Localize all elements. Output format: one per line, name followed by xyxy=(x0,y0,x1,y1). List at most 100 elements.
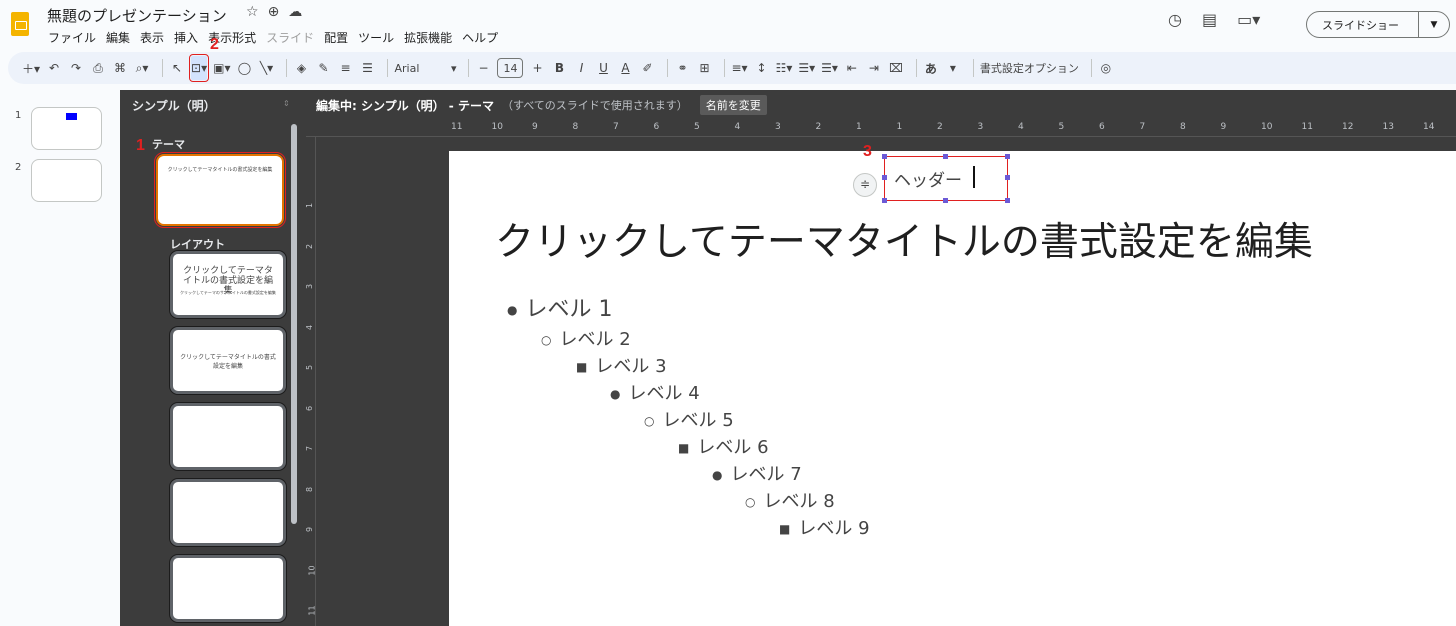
menu-extensions[interactable]: 拡張機能 xyxy=(404,29,452,46)
text-color-button[interactable]: A xyxy=(617,56,633,80)
cloud-status-icon[interactable]: ☁ xyxy=(288,4,302,20)
editing-label: 編集中: シンプル（明） - テーマ xyxy=(316,98,494,113)
menu-insert[interactable]: 挿入 xyxy=(174,29,198,46)
bullet-list-icon[interactable]: ☰▾ xyxy=(798,56,815,80)
bullet-level-2[interactable]: ○ レベル 2 xyxy=(541,325,631,351)
vertical-ruler[interactable]: 1 2 3 4 5 6 7 8 9 10 11 xyxy=(305,137,317,626)
slideshow-button[interactable]: スライドショー ▼ xyxy=(1306,11,1450,38)
font-size-input[interactable]: 14 xyxy=(497,58,524,78)
history-icon[interactable]: ◷ xyxy=(1168,10,1182,29)
slide-title[interactable]: クリックしてテーマタイトルの書式設定を編集 xyxy=(495,211,1313,267)
title-icons: ☆ ⊕ ☁ xyxy=(246,4,302,20)
menu-edit[interactable]: 編集 xyxy=(106,29,130,46)
theme-master-thumbnail[interactable]: クリックしてテーマタイトルの書式設定を編集 xyxy=(154,152,286,228)
decrease-size-icon[interactable]: − xyxy=(475,56,491,80)
resize-handle[interactable] xyxy=(1005,198,1010,203)
resize-handle[interactable] xyxy=(1005,154,1010,159)
hollow-bullet-icon: ○ xyxy=(745,495,756,509)
layout-thumbnail-5[interactable] xyxy=(170,555,286,622)
shape-icon[interactable]: ◯ xyxy=(236,56,252,80)
decrease-indent-icon[interactable]: ⇤ xyxy=(844,56,860,80)
paint-format-icon[interactable]: ⌘ xyxy=(112,56,128,80)
scroll-icon[interactable]: ⇕ xyxy=(283,99,290,108)
move-folder-icon[interactable]: ⊕ xyxy=(268,4,280,20)
document-title[interactable]: 無題のプレゼンテーション xyxy=(47,5,227,26)
header-text[interactable]: ヘッダー xyxy=(894,166,962,191)
chevron-down-icon[interactable]: ▾ xyxy=(945,56,961,80)
menu-slide[interactable]: スライド xyxy=(266,29,314,46)
vertical-align-icon[interactable]: ≑ xyxy=(853,173,877,197)
italic-button[interactable]: I xyxy=(573,56,589,80)
ruler-tick-label: 12 xyxy=(1342,122,1354,132)
resize-handle[interactable] xyxy=(943,154,948,159)
undo-icon[interactable]: ↶ xyxy=(46,56,62,80)
chevron-down-icon: ▾ xyxy=(450,61,457,75)
bullet-level-4[interactable]: ● レベル 4 xyxy=(610,379,700,405)
increase-indent-icon[interactable]: ⇥ xyxy=(866,56,882,80)
image-icon[interactable]: ▣▾ xyxy=(213,56,230,80)
font-select[interactable]: Arial ▾ xyxy=(394,56,456,80)
select-icon[interactable]: ↖ xyxy=(169,56,185,80)
layout-thumbnail-4[interactable] xyxy=(170,479,286,546)
numbered-list-icon[interactable]: ☰▾ xyxy=(821,56,838,80)
shape-preview xyxy=(66,113,77,120)
slideshow-label[interactable]: スライドショー xyxy=(1307,12,1419,37)
horizontal-ruler[interactable]: 11 10 9 8 7 6 5 4 3 2 1 1 2 3 4 5 6 7 8 9 10 11 12 13 14 xyxy=(306,119,1456,137)
border-dash-icon[interactable]: ☰ xyxy=(359,56,375,80)
highlight-icon[interactable]: ✐ xyxy=(639,56,655,80)
layout-thumbnail-3[interactable] xyxy=(170,403,286,470)
zoom-icon[interactable]: ⌕▾ xyxy=(134,56,150,80)
bullet-level-1[interactable]: ● レベル 1 xyxy=(507,291,612,323)
step-marker-1: 1 xyxy=(136,137,145,154)
ruler-tick-label: 14 xyxy=(1423,122,1435,132)
menu-help[interactable]: ヘルプ xyxy=(462,29,498,46)
print-icon[interactable]: ⎙ xyxy=(90,56,106,80)
layout-thumbnail-1[interactable]: クリックしてテーマタイトルの書式設定を編集 クリックしてテーマのサブタイトルの書… xyxy=(170,251,286,318)
underline-button[interactable]: U xyxy=(595,56,611,80)
menu-file[interactable]: ファイル xyxy=(48,29,96,46)
border-weight-icon[interactable]: ≡ xyxy=(337,56,353,80)
rename-button[interactable]: 名前を変更 xyxy=(699,95,767,115)
text-box-icon[interactable]: ⊡▾ xyxy=(189,54,210,82)
resize-handle[interactable] xyxy=(882,175,887,180)
slide-thumbnail-2[interactable] xyxy=(31,159,102,202)
menu-tools[interactable]: ツール xyxy=(358,29,394,46)
meet-icon[interactable]: ▭▾ xyxy=(1237,10,1260,29)
link-icon[interactable]: ⚭ xyxy=(674,56,690,80)
bullet-level-6[interactable]: ■ レベル 6 xyxy=(678,433,769,459)
increase-size-icon[interactable]: + xyxy=(529,56,545,80)
clear-format-icon[interactable]: ⌧ xyxy=(888,56,904,80)
bullet-level-5[interactable]: ○ レベル 5 xyxy=(644,406,734,432)
resize-handle[interactable] xyxy=(882,154,887,159)
input-tools-button[interactable]: あ xyxy=(923,56,939,80)
line-icon[interactable]: ╲▾ xyxy=(258,56,274,80)
bullet-level-7[interactable]: ● レベル 7 xyxy=(712,460,802,486)
chevron-down-icon[interactable]: ▼ xyxy=(1419,20,1449,30)
star-icon[interactable]: ☆ xyxy=(246,4,259,20)
line-spacing-icon[interactable]: ↕ xyxy=(754,56,770,80)
menu-view[interactable]: 表示 xyxy=(140,29,164,46)
checklist-icon[interactable]: ☷▾ xyxy=(776,56,793,80)
slides-logo-icon[interactable] xyxy=(11,12,29,36)
fill-color-icon[interactable]: ◈ xyxy=(293,56,309,80)
bullet-level-3[interactable]: ■ レベル 3 xyxy=(576,352,667,378)
new-slide-icon[interactable]: ＋▾ xyxy=(22,56,40,80)
resize-handle[interactable] xyxy=(943,198,948,203)
resize-handle[interactable] xyxy=(882,198,887,203)
bullet-level-9[interactable]: ■ レベル 9 xyxy=(779,514,870,540)
comments-icon[interactable]: ▤ xyxy=(1202,10,1217,29)
ruler-tick-label: 4 xyxy=(734,122,741,132)
redo-icon[interactable]: ↷ xyxy=(68,56,84,80)
theme-palette-icon[interactable]: ◎ xyxy=(1098,56,1114,80)
align-icon[interactable]: ≡▾ xyxy=(731,56,747,80)
bold-button[interactable]: B xyxy=(551,56,567,80)
bullet-level-8[interactable]: ○ レベル 8 xyxy=(745,487,835,513)
menu-arrange[interactable]: 配置 xyxy=(324,29,348,46)
border-color-icon[interactable]: ✎ xyxy=(315,56,331,80)
resize-handle[interactable] xyxy=(1005,175,1010,180)
comment-add-icon[interactable]: ⊞ xyxy=(696,56,712,80)
format-options-button[interactable]: 書式設定オプション xyxy=(980,56,1079,80)
layout-thumbnail-2[interactable]: クリックしてテーマタイトルの書式設定を編集 xyxy=(170,327,286,394)
slide-thumbnail-1[interactable] xyxy=(31,107,102,150)
panel-scrollbar[interactable] xyxy=(291,124,297,524)
